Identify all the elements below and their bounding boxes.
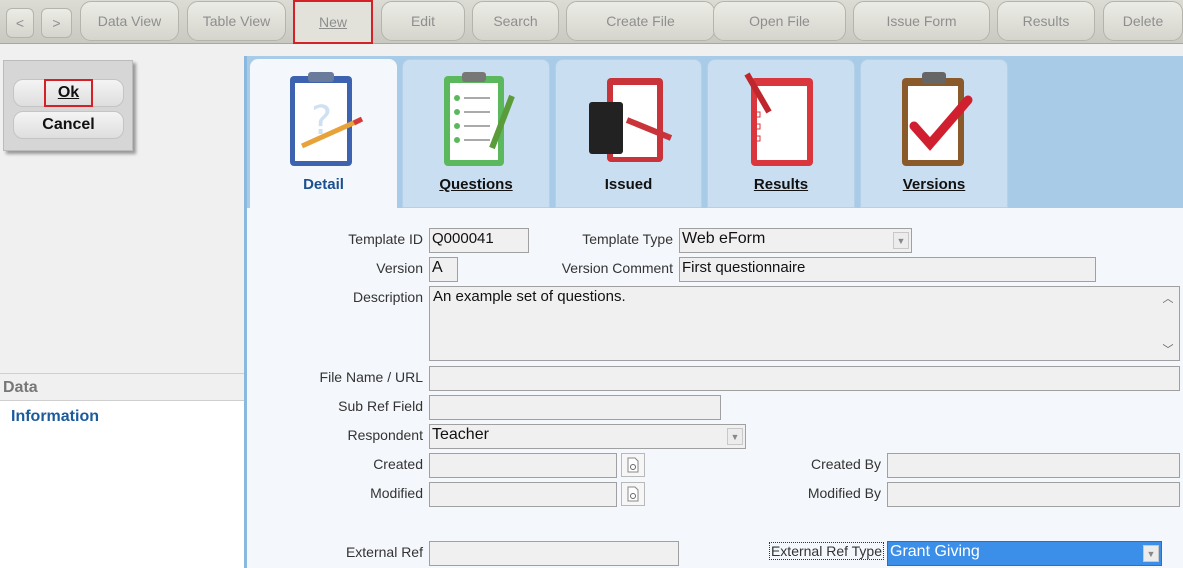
- edit-button[interactable]: Edit: [381, 1, 465, 41]
- description-value: An example set of questions.: [433, 288, 626, 305]
- data-section-body: [0, 401, 244, 568]
- confirm-dialog: Ok Cancel: [3, 60, 133, 151]
- external-ref-type-label: External Ref Type: [768, 542, 884, 560]
- created-field[interactable]: [429, 453, 617, 478]
- tab-questions-label: Questions: [439, 176, 513, 193]
- template-type-select[interactable]: Web eForm ▼: [679, 228, 912, 253]
- tab-issued[interactable]: Issued: [555, 59, 702, 208]
- data-view-label: Data View: [97, 13, 162, 29]
- create-file-button[interactable]: Create File: [566, 1, 715, 41]
- chevron-down-icon[interactable]: ▼: [727, 428, 743, 445]
- version-label: Version: [376, 260, 423, 276]
- created-calendar-button[interactable]: [621, 453, 645, 477]
- modified-calendar-button[interactable]: [621, 482, 645, 506]
- created-by-field[interactable]: [887, 453, 1180, 478]
- respondent-select[interactable]: Teacher ▼: [429, 424, 746, 449]
- issue-form-label: Issue Form: [886, 13, 957, 29]
- document-search-icon: [627, 486, 639, 502]
- description-textarea[interactable]: An example set of questions. ︿ ﹀: [429, 286, 1180, 361]
- chevron-down-icon[interactable]: ▼: [893, 232, 909, 249]
- modified-by-field[interactable]: [887, 482, 1180, 507]
- respondent-value: Teacher: [432, 426, 489, 443]
- create-file-label: Create File: [606, 13, 675, 29]
- template-id-field[interactable]: Q000041: [429, 228, 529, 253]
- table-view-button[interactable]: Table View: [187, 1, 286, 41]
- new-label: New: [318, 14, 347, 30]
- chevron-down-icon[interactable]: ▼: [1143, 545, 1159, 562]
- chevron-left-icon: <: [15, 15, 25, 31]
- tab-results-label: Results: [753, 176, 809, 193]
- results-button[interactable]: Results: [997, 1, 1095, 41]
- notebook-pen-icon: [588, 78, 672, 162]
- file-name-field[interactable]: [429, 366, 1180, 391]
- results-checklist-icon: [744, 72, 813, 166]
- template-type-value: Web eForm: [682, 230, 766, 247]
- cancel-label: Cancel: [42, 116, 95, 133]
- ok-button[interactable]: Ok: [13, 79, 124, 107]
- data-view-button[interactable]: Data View: [80, 1, 179, 41]
- tab-questions[interactable]: Questions: [402, 59, 550, 208]
- data-section-header: Data: [0, 373, 244, 401]
- delete-button[interactable]: Delete: [1103, 1, 1183, 41]
- created-by-label: Created By: [810, 456, 881, 472]
- toolbar: < > Data View Table View New Edit Search…: [0, 0, 1183, 44]
- open-file-label: Open File: [749, 13, 810, 29]
- delete-label: Delete: [1122, 13, 1164, 29]
- template-id-label: Template ID: [348, 231, 423, 247]
- scroll-down-icon[interactable]: ﹀: [1158, 340, 1178, 358]
- search-label: Search: [493, 13, 538, 29]
- external-ref-type-select[interactable]: Grant Giving ▼: [887, 541, 1162, 566]
- version-comment-field[interactable]: First questionnaire: [679, 257, 1096, 282]
- next-record-button[interactable]: >: [41, 8, 72, 38]
- tab-detail-label: Detail: [303, 176, 344, 193]
- external-ref-field[interactable]: [429, 541, 679, 566]
- tab-versions[interactable]: Versions: [860, 59, 1008, 208]
- modified-label: Modified: [370, 485, 423, 501]
- sub-ref-field[interactable]: [429, 395, 721, 420]
- previous-record-button[interactable]: <: [6, 8, 34, 38]
- document-search-icon: [627, 457, 639, 473]
- description-label: Description: [352, 289, 423, 305]
- search-button[interactable]: Search: [472, 1, 559, 41]
- sub-ref-label: Sub Ref Field: [338, 398, 423, 414]
- results-label: Results: [1022, 13, 1070, 29]
- external-ref-label: External Ref: [345, 544, 423, 560]
- new-button[interactable]: New: [293, 0, 373, 44]
- tab-strip: ? Detail Questions Issued Results Versio…: [247, 56, 1183, 208]
- information-link[interactable]: Information: [11, 408, 99, 426]
- clipboard-pencil-icon: ?: [289, 72, 363, 166]
- checklist-icon: [444, 72, 515, 166]
- clipboard-check-icon: [902, 72, 973, 166]
- file-name-label: File Name / URL: [319, 369, 423, 385]
- respondent-label: Respondent: [347, 427, 423, 443]
- created-label: Created: [373, 456, 423, 472]
- ok-text: Ok: [57, 84, 80, 101]
- external-ref-type-value: Grant Giving: [890, 543, 980, 560]
- tab-versions-label: Versions: [902, 176, 966, 193]
- tab-detail[interactable]: ? Detail: [250, 59, 397, 208]
- issue-form-button[interactable]: Issue Form: [853, 1, 990, 41]
- tab-issued-label: Issued: [604, 176, 653, 193]
- scroll-up-icon[interactable]: ︿: [1158, 289, 1178, 307]
- template-type-label: Template Type: [582, 231, 673, 247]
- modified-by-label: Modified By: [807, 485, 881, 501]
- ok-label: Ok: [43, 79, 94, 107]
- version-field[interactable]: A: [429, 257, 458, 282]
- chevron-right-icon: >: [52, 15, 61, 31]
- tab-results[interactable]: Results: [707, 59, 855, 208]
- open-file-button[interactable]: Open File: [713, 1, 846, 41]
- modified-field[interactable]: [429, 482, 617, 507]
- edit-label: Edit: [410, 13, 436, 29]
- table-view-label: Table View: [202, 13, 271, 29]
- version-comment-label: Version Comment: [561, 260, 673, 276]
- cancel-button[interactable]: Cancel: [13, 111, 124, 139]
